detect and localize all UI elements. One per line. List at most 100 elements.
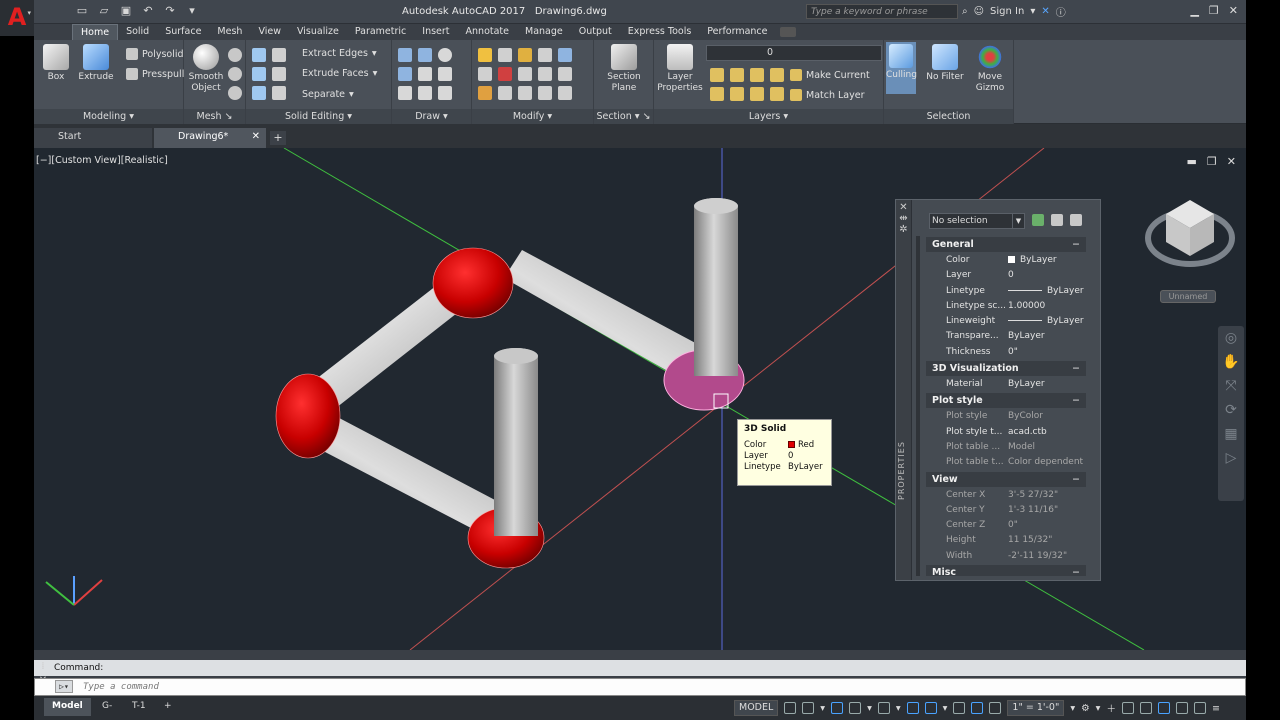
panel-title-selection[interactable]: Selection bbox=[884, 109, 1013, 124]
undo-icon[interactable]: ↶ bbox=[140, 4, 156, 18]
search-input[interactable]: Type a keyword or phrase bbox=[806, 4, 958, 19]
region-icon[interactable] bbox=[438, 86, 452, 100]
scale-icon[interactable] bbox=[518, 67, 532, 81]
panel-title-draw[interactable]: Draw ▾ bbox=[392, 109, 471, 124]
layer-properties-button[interactable]: Layer Properties bbox=[656, 44, 704, 94]
polar-icon[interactable] bbox=[849, 702, 862, 714]
panel-title-modify[interactable]: Modify ▾ bbox=[472, 109, 593, 124]
property-value[interactable]: Color dependent bbox=[1006, 455, 1086, 470]
tab-performance[interactable]: Performance bbox=[699, 24, 775, 40]
extract-edges-icon[interactable] bbox=[272, 48, 286, 62]
line-icon[interactable] bbox=[398, 48, 412, 62]
property-row[interactable]: Width -2'-11 19/32" bbox=[926, 549, 1086, 564]
object-snap-icon[interactable] bbox=[924, 702, 937, 714]
property-section-header[interactable]: General − bbox=[926, 237, 1086, 252]
redo-icon[interactable]: ↷ bbox=[162, 4, 178, 18]
help-icon[interactable]: ⓘ bbox=[1056, 4, 1066, 19]
tab-start[interactable]: Start bbox=[34, 128, 152, 148]
move-gizmo-button[interactable]: Move Gizmo bbox=[970, 44, 1010, 94]
tab-output[interactable]: Output bbox=[571, 24, 620, 40]
workspace-gear-icon[interactable]: ⚙ bbox=[1081, 703, 1090, 714]
close-icon[interactable]: ✕ bbox=[1229, 4, 1238, 17]
tab-surface[interactable]: Surface bbox=[157, 24, 209, 40]
polygon-icon[interactable] bbox=[398, 86, 412, 100]
tab-manage[interactable]: Manage bbox=[517, 24, 571, 40]
zoom-icon[interactable]: ⤧ bbox=[1218, 374, 1244, 398]
section-plane-button[interactable]: Section Plane bbox=[602, 44, 646, 94]
property-value[interactable]: 3'-5 27/32" bbox=[1006, 488, 1086, 503]
separate-icon[interactable] bbox=[272, 86, 286, 100]
property-row[interactable]: Lineweight ByLayer bbox=[926, 314, 1086, 329]
panel-title-mesh[interactable]: Mesh ↘ bbox=[184, 109, 245, 124]
layer-on-icon[interactable] bbox=[750, 87, 764, 101]
quick-select-icon[interactable] bbox=[1070, 214, 1082, 226]
separate-button[interactable]: Separate ▾ bbox=[302, 89, 354, 100]
property-row[interactable]: Plot style t... acad.ctb bbox=[926, 425, 1086, 440]
sign-in-link[interactable]: Sign In bbox=[990, 6, 1024, 17]
properties-palette[interactable]: ✕ ⇹ ✲ PROPERTIES No selection ▼ General −… bbox=[895, 199, 1101, 581]
rotate-icon[interactable] bbox=[498, 48, 512, 62]
property-row[interactable]: Center X 3'-5 27/32" bbox=[926, 488, 1086, 503]
trim-icon[interactable] bbox=[518, 48, 532, 62]
tab-annotate[interactable]: Annotate bbox=[458, 24, 517, 40]
isolate-objects-icon[interactable] bbox=[1157, 702, 1170, 714]
layer-unlock-icon[interactable] bbox=[770, 87, 784, 101]
make-current-button[interactable]: Make Current bbox=[790, 69, 870, 81]
property-row[interactable]: Linetype ByLayer bbox=[926, 284, 1086, 299]
break-icon[interactable] bbox=[558, 86, 572, 100]
mesh-globe-icon[interactable] bbox=[228, 48, 242, 62]
presspull-button[interactable]: Presspull bbox=[126, 68, 184, 80]
layer-dropdown[interactable]: 0 bbox=[706, 45, 882, 61]
stretch-icon[interactable] bbox=[558, 48, 572, 62]
culling-button[interactable]: Culling bbox=[886, 42, 917, 94]
extrude-faces-button[interactable]: Extrude Faces ▾ bbox=[302, 68, 377, 79]
dropdown-icon[interactable]: ▾ bbox=[1030, 6, 1035, 17]
palette-autohide-icon[interactable]: ⇹ bbox=[896, 213, 911, 224]
binoculars-icon[interactable]: ⌕ bbox=[962, 6, 968, 17]
pan-icon[interactable]: ✋ bbox=[1218, 350, 1244, 374]
extrude-faces-icon[interactable] bbox=[272, 67, 286, 81]
tab-visualize[interactable]: Visualize bbox=[289, 24, 347, 40]
property-value[interactable]: ByLayer bbox=[1006, 329, 1086, 344]
property-value[interactable]: ByLayer bbox=[1006, 377, 1086, 392]
layer-freeze-icon[interactable] bbox=[750, 68, 764, 82]
orbit-icon[interactable]: ⟳ bbox=[1218, 398, 1244, 422]
smooth-object-button[interactable]: Smooth Object bbox=[186, 44, 226, 94]
layout-tab-g[interactable]: G- bbox=[94, 698, 120, 716]
mesh-globe-icon[interactable] bbox=[228, 67, 242, 81]
property-value[interactable]: ByColor bbox=[1006, 409, 1086, 424]
polysolid-button[interactable]: Polysolid bbox=[126, 48, 184, 60]
tab-drawing6[interactable]: Drawing6* ✕ bbox=[154, 128, 266, 148]
quick-properties-icon[interactable] bbox=[1139, 702, 1152, 714]
layer-off-icon[interactable] bbox=[710, 68, 724, 82]
palette-title-strip[interactable]: ✕ ⇹ ✲ PROPERTIES bbox=[896, 200, 912, 580]
mesh-globe-icon[interactable] bbox=[228, 86, 242, 100]
collapse-icon[interactable]: − bbox=[1072, 565, 1080, 576]
dropdown-icon[interactable]: ▾ bbox=[1096, 703, 1101, 714]
user-icon[interactable]: ☺ bbox=[974, 6, 984, 17]
customization-icon[interactable]: ≡ bbox=[1212, 703, 1220, 714]
open-folder-icon[interactable]: ▱ bbox=[96, 4, 112, 18]
offset-icon[interactable] bbox=[558, 67, 572, 81]
collapse-icon[interactable]: − bbox=[1072, 393, 1080, 408]
close-viewport-icon[interactable]: ✕ bbox=[1227, 155, 1236, 168]
tab-home[interactable]: Home bbox=[72, 24, 119, 40]
annotation-monitor-icon[interactable]: ＋ bbox=[1106, 701, 1116, 715]
viewport-label[interactable]: [−][Custom View][Realistic] bbox=[36, 155, 168, 166]
move-icon[interactable] bbox=[478, 48, 492, 62]
fillet-icon[interactable] bbox=[498, 67, 512, 81]
model-space-button[interactable]: MODEL bbox=[734, 700, 779, 716]
showmotion-icon[interactable]: ▦ bbox=[1218, 422, 1244, 446]
copy-icon[interactable] bbox=[478, 67, 492, 81]
ucs-menu[interactable]: Unnamed bbox=[1160, 290, 1216, 303]
tab-mesh[interactable]: Mesh bbox=[209, 24, 250, 40]
extract-edges-button[interactable]: Extract Edges ▾ bbox=[302, 48, 377, 59]
application-menu-button[interactable]: A ▾ bbox=[0, 0, 34, 36]
collapse-icon[interactable]: − bbox=[1072, 472, 1080, 487]
no-filter-button[interactable]: No Filter bbox=[922, 44, 968, 83]
recent-commands-icon[interactable]: ▷▾ bbox=[55, 680, 73, 693]
selection-dropdown[interactable]: No selection ▼ bbox=[929, 213, 1025, 229]
clean-screen-icon[interactable] bbox=[1193, 702, 1206, 714]
add-layout-icon[interactable]: + bbox=[156, 698, 180, 716]
minimize-viewport-icon[interactable]: ▬ bbox=[1187, 155, 1197, 168]
